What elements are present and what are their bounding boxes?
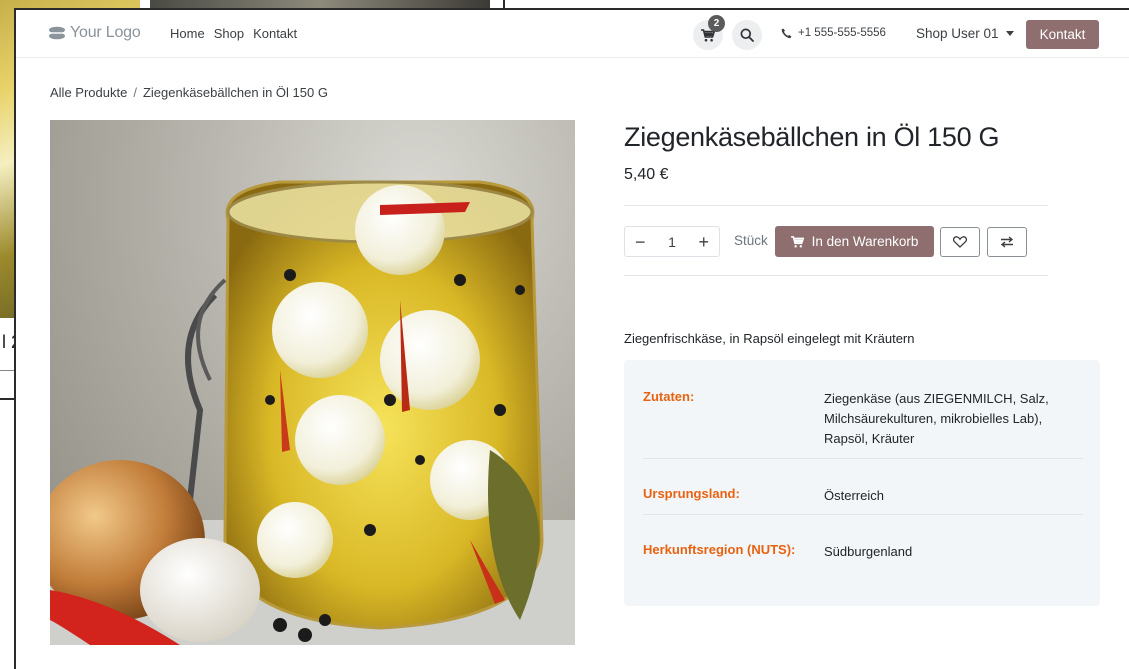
logo-text: Your Logo	[70, 24, 141, 41]
breadcrumb-parent[interactable]: Alle Produkte	[50, 85, 127, 100]
unit-label: Stück	[734, 233, 768, 248]
quantity-value[interactable]: 1	[668, 234, 676, 250]
product-photo-illustration	[50, 180, 575, 645]
quantity-increase-button[interactable]: +	[698, 233, 709, 251]
detail-row-ingredients: Zutaten: Ziegenkäse (aus ZIEGENMILCH, Sa…	[643, 389, 1083, 449]
detail-value: Ziegenkäse (aus ZIEGENMILCH, Salz, Milch…	[824, 391, 1049, 446]
wishlist-button[interactable]	[940, 227, 980, 257]
detail-separator	[643, 458, 1083, 459]
main-nav: Home Shop Kontakt	[170, 26, 297, 41]
heart-icon	[953, 236, 967, 248]
product-title: Ziegenkäsebällchen in Öl 150 G	[624, 122, 1000, 152]
breadcrumb-separator: /	[133, 85, 137, 100]
quantity-decrease-button[interactable]: −	[635, 233, 646, 251]
search-icon	[740, 28, 754, 42]
product-image	[50, 120, 575, 645]
breadcrumb: Alle Produkte / Ziegenkäsebällchen in Öl 1…	[50, 85, 328, 100]
user-name: Shop User 01	[916, 26, 999, 41]
compare-button[interactable]	[987, 227, 1027, 257]
add-to-cart-label: In den Warenkorb	[811, 234, 919, 249]
divider-top	[624, 205, 1048, 206]
search-button[interactable]	[732, 20, 762, 50]
breadcrumb-current: Ziegenkäsebällchen in Öl 150 G	[142, 85, 328, 100]
contact-button[interactable]: Kontakt	[1026, 20, 1099, 49]
detail-value: Österreich	[824, 488, 884, 503]
caret-down-icon	[1005, 31, 1014, 36]
detail-row-country: Ursprungsland: Österreich	[643, 486, 1083, 506]
detail-separator	[643, 514, 1083, 515]
quantity-stepper: − 1 +	[624, 226, 720, 257]
divider-bottom	[624, 275, 1048, 276]
detail-label: Zutaten:	[643, 389, 695, 404]
navbar: Your Logo Home Shop Kontakt 2 +1 555-555…	[16, 10, 1129, 58]
nav-kontakt[interactable]: Kontakt	[253, 26, 297, 41]
compare-arrows-icon	[1000, 236, 1014, 248]
cart-count-badge: 2	[708, 15, 725, 32]
detail-label: Ursprungsland:	[643, 486, 740, 501]
shopping-cart-icon	[790, 235, 804, 248]
add-to-cart-button[interactable]: In den Warenkorb	[775, 226, 934, 257]
logo[interactable]: Your Logo	[48, 24, 141, 42]
detail-row-region: Herkunftsregion (NUTS): Südburgenland	[643, 542, 1083, 562]
phone-number: +1 555-555-5556	[798, 27, 886, 39]
nav-shop[interactable]: Shop	[214, 26, 244, 41]
logo-icon	[49, 26, 65, 40]
nav-home[interactable]: Home	[170, 26, 205, 41]
phone-icon	[781, 28, 792, 38]
background-divider	[0, 370, 14, 371]
detail-label: Herkunftsregion (NUTS):	[643, 542, 796, 557]
product-details-box: Zutaten: Ziegenkäse (aus ZIEGENMILCH, Sa…	[624, 360, 1100, 606]
product-price: 5,40 €	[624, 166, 669, 183]
detail-value: Südburgenland	[824, 544, 913, 559]
product-page-window: Your Logo Home Shop Kontakt 2 +1 555-555…	[14, 8, 1129, 669]
product-description: Ziegenfrischkäse, in Rapsöl eingelegt mi…	[624, 331, 915, 346]
user-menu[interactable]: Shop User 01	[916, 26, 1014, 41]
phone-link[interactable]: +1 555-555-5556	[781, 27, 886, 39]
